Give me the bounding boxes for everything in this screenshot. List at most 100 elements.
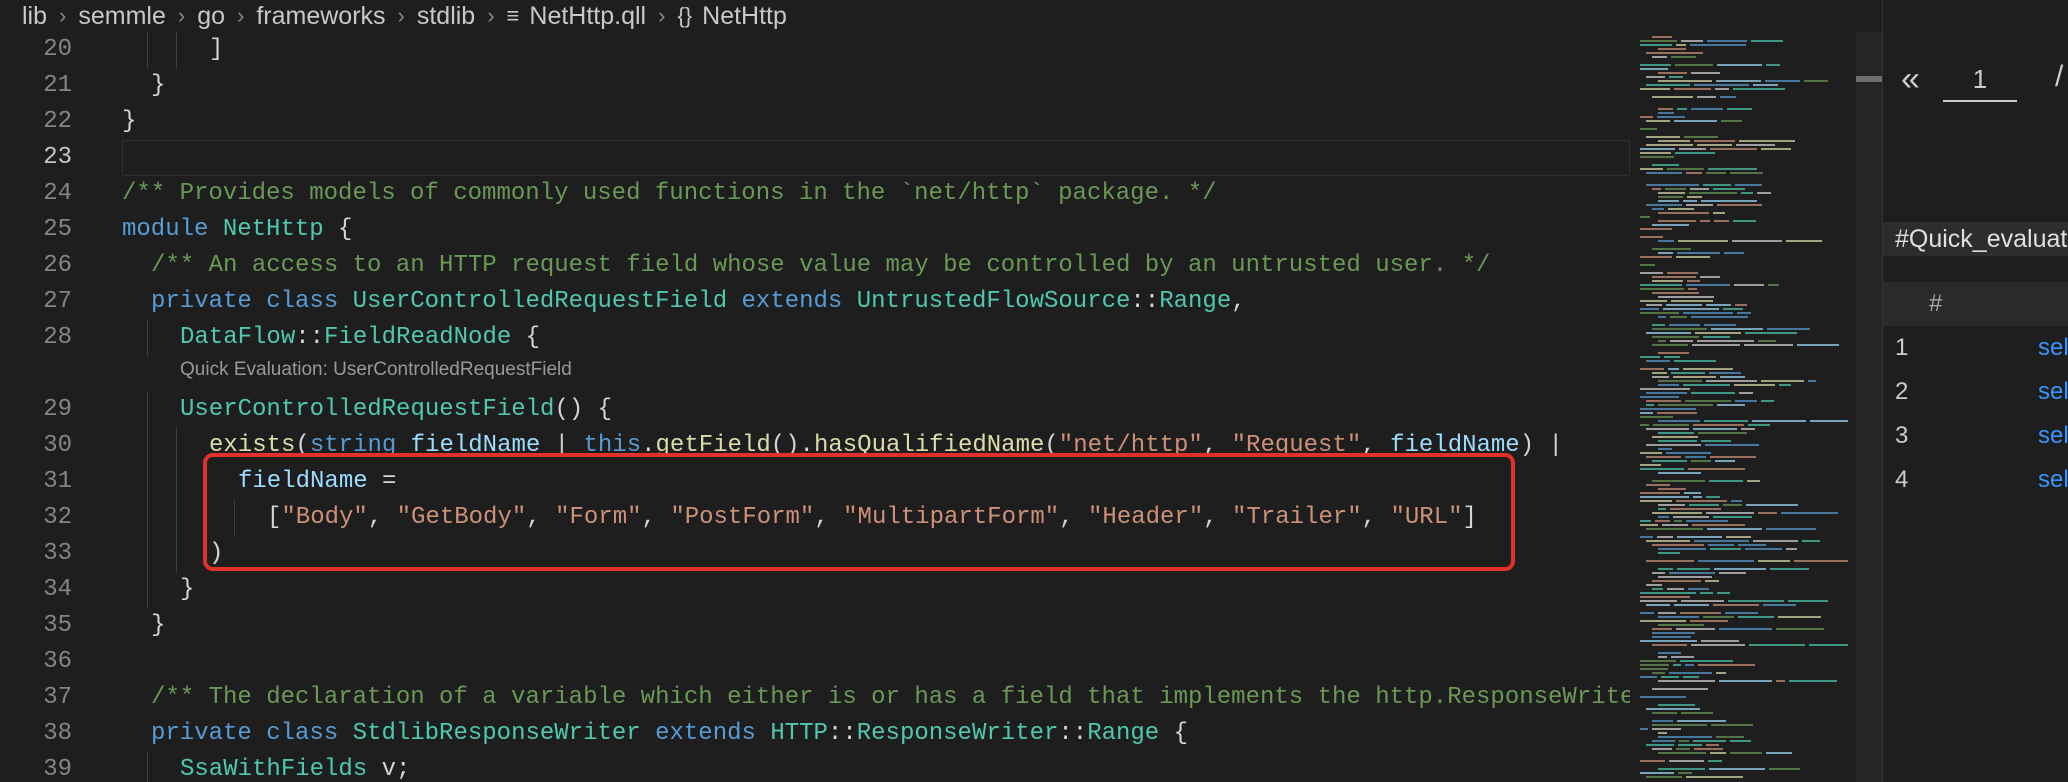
code-line[interactable]: 28 DataFlow::FieldReadNode { — [0, 320, 1630, 356]
breadcrumb-item-go[interactable]: go — [197, 2, 225, 31]
minimap-stroke — [1711, 724, 1753, 726]
minimap[interactable] — [1630, 32, 1856, 782]
code-line[interactable]: 27 private class UserControlledRequestFie… — [0, 284, 1630, 320]
breadcrumb: lib › semmle › go › frameworks › stdlib … — [0, 0, 1880, 32]
breadcrumb-item-frameworks[interactable]: frameworks — [256, 2, 385, 31]
code-line[interactable]: 26 /** An access to an HTTP request field… — [0, 248, 1630, 284]
scrollbar-thumb[interactable] — [1856, 76, 1882, 82]
minimap-stroke — [1733, 220, 1756, 222]
code-token: ] — [209, 36, 224, 63]
minimap-stroke — [1658, 72, 1687, 74]
minimap-stroke — [1652, 436, 1698, 438]
minimap-stroke — [1640, 148, 1675, 150]
minimap-stroke — [1671, 56, 1696, 58]
code-line[interactable]: 39 SsaWithFields v; — [0, 752, 1630, 782]
breadcrumb-item-semmle[interactable]: semmle — [78, 2, 166, 31]
minimap-stroke — [1640, 288, 1684, 290]
codelens-quick-evaluation[interactable]: Quick Evaluation: UserControlledRequestF… — [180, 359, 572, 381]
minimap-stroke — [1640, 312, 1679, 314]
code-token: private class — [151, 288, 353, 315]
result-link[interactable]: select — [2038, 414, 2068, 458]
vertical-scrollbar[interactable] — [1856, 32, 1882, 782]
minimap-stroke — [1717, 592, 1730, 594]
code-line[interactable]: 36 — [0, 644, 1630, 680]
page-number-input[interactable] — [1943, 58, 2017, 102]
minimap-stroke — [1693, 428, 1737, 430]
minimap-stroke — [1640, 424, 1649, 426]
code-token: { — [511, 324, 541, 351]
code-token: SsaWithFields — [180, 756, 368, 782]
minimap-stroke — [1685, 400, 1731, 402]
minimap-stroke — [1646, 540, 1690, 542]
minimap-stroke — [1758, 340, 1776, 342]
code-line[interactable]: 38 private class StdlibResponseWriter ext… — [0, 716, 1630, 752]
minimap-stroke — [1652, 580, 1701, 582]
code-text: /** Provides models of commonly used fun… — [122, 176, 1217, 212]
result-link[interactable]: select — [2038, 326, 2068, 370]
minimap-stroke — [1657, 536, 1673, 538]
double-chevron-left-icon[interactable]: « — [1901, 60, 1920, 99]
minimap-stroke — [1691, 72, 1720, 74]
minimap-stroke — [1658, 252, 1673, 254]
code-token: ) | — [1519, 432, 1563, 459]
minimap-stroke — [1646, 360, 1670, 362]
code-line[interactable]: 37 /** The declaration of a variable whic… — [0, 680, 1630, 716]
code-editor[interactable]: 20] 21} 22} 23 24/** Provides models of comm… — [0, 32, 1630, 782]
minimap-stroke — [1652, 728, 1681, 730]
minimap-stroke — [1640, 44, 1672, 46]
code-token: /** Provides models of commonly used fun… — [122, 180, 1217, 207]
code-text: ] — [209, 32, 223, 68]
result-link[interactable]: select — [2038, 458, 2068, 502]
line-number: 34 — [43, 576, 72, 603]
code-line[interactable]: 21} — [0, 68, 1630, 104]
breadcrumb-symbol[interactable]: NetHttp — [702, 2, 787, 31]
breadcrumb-file[interactable]: NetHttp.qll — [529, 2, 646, 31]
minimap-stroke — [1691, 392, 1735, 394]
minimap-stroke — [1690, 188, 1709, 190]
minimap-stroke — [1640, 468, 1684, 470]
minimap-stroke — [1710, 548, 1741, 550]
indent-guide — [147, 320, 148, 356]
minimap-stroke — [1662, 524, 1688, 526]
minimap-stroke — [1695, 332, 1741, 334]
minimap-stroke — [1640, 596, 1690, 598]
code-token: /** An access to an HTTP request field w… — [151, 252, 1491, 279]
code-line[interactable]: 22} — [0, 104, 1630, 140]
result-link[interactable]: select — [2038, 370, 2068, 414]
minimap-stroke — [1671, 656, 1694, 658]
minimap-stroke — [1723, 308, 1743, 310]
minimap-stroke — [1658, 680, 1715, 682]
code-line[interactable]: 25 module NetHttp { — [0, 212, 1630, 248]
chevron-right-icon: › — [658, 3, 666, 28]
minimap-stroke — [1677, 568, 1710, 570]
code-line[interactable]: 24 /** Provides models of commonly used f… — [0, 176, 1630, 212]
minimap-stroke — [1753, 84, 1778, 86]
code-line[interactable]: 35} — [0, 608, 1630, 644]
minimap-stroke — [1673, 664, 1681, 666]
minimap-stroke — [1705, 580, 1719, 582]
minimap-stroke — [1674, 88, 1711, 90]
minimap-stroke — [1652, 544, 1704, 546]
minimap-stroke — [1658, 404, 1713, 406]
minimap-stroke — [1640, 668, 1668, 670]
minimap-stroke — [1670, 508, 1721, 510]
code-line[interactable]: 29 UserControlledRequestField() { — [0, 392, 1630, 428]
minimap-stroke — [1766, 528, 1816, 530]
minimap-stroke — [1652, 336, 1699, 338]
minimap-stroke — [1769, 768, 1800, 770]
minimap-stroke — [1640, 408, 1696, 410]
minimap-stroke — [1671, 372, 1705, 374]
minimap-stroke — [1640, 64, 1671, 66]
minimap-stroke — [1719, 628, 1772, 630]
code-line[interactable]: 20] — [0, 32, 1630, 68]
minimap-stroke — [1734, 284, 1764, 286]
minimap-stroke — [1658, 316, 1666, 318]
line-number: 36 — [43, 648, 72, 675]
breadcrumb-item-lib[interactable]: lib — [22, 2, 47, 31]
minimap-stroke — [1674, 520, 1682, 522]
minimap-stroke — [1694, 84, 1749, 86]
code-line[interactable]: 23 — [0, 140, 1630, 176]
minimap-stroke — [1679, 740, 1689, 742]
breadcrumb-item-stdlib[interactable]: stdlib — [417, 2, 475, 31]
code-line[interactable]: 34} — [0, 572, 1630, 608]
